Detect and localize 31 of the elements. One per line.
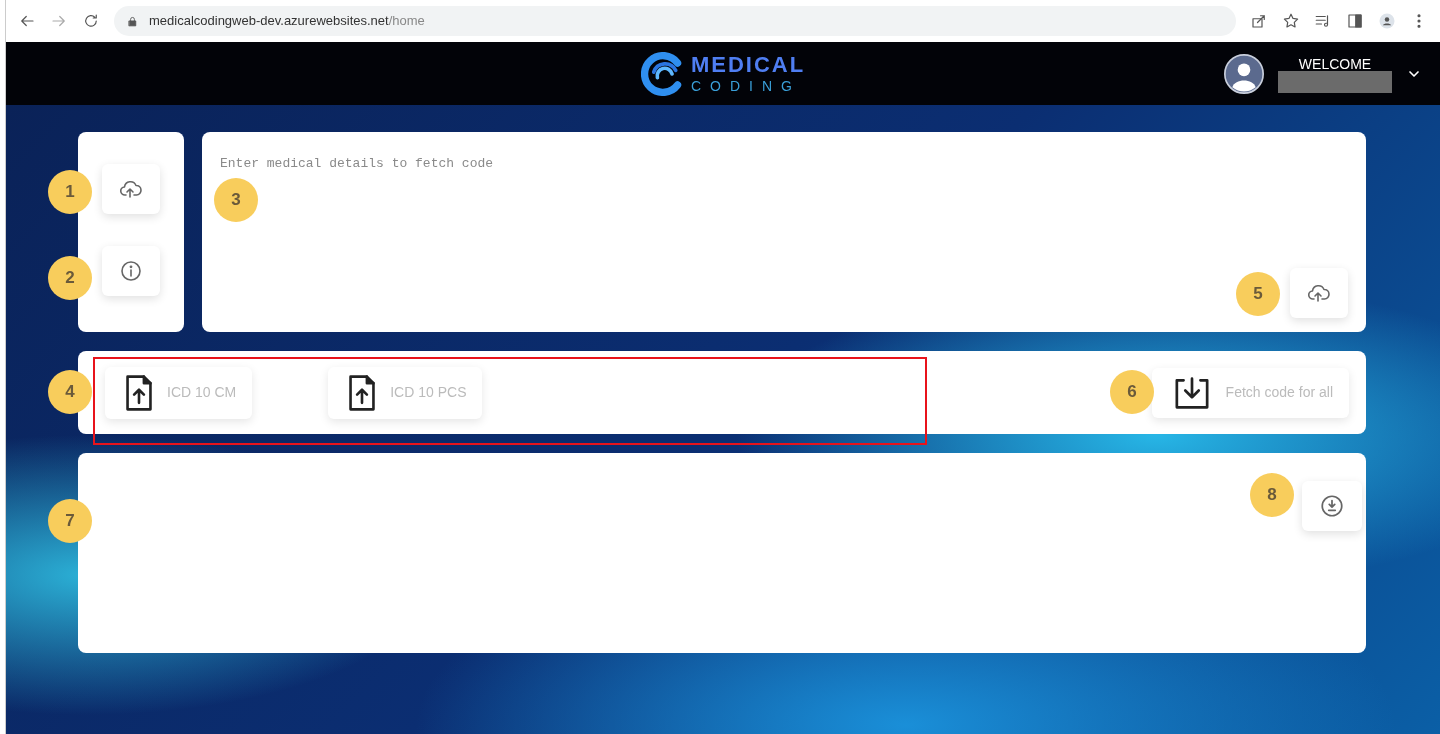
- callout-number: 5: [1236, 272, 1280, 316]
- callout-number: 6: [1110, 370, 1154, 414]
- file-upload-button[interactable]: ICD 10 PCS: [328, 366, 483, 419]
- callout-number: 4: [48, 370, 92, 414]
- share-icon[interactable]: [1250, 12, 1268, 30]
- logo-text: MEDICAL: [690, 54, 806, 76]
- user-avatar-icon[interactable]: [1224, 53, 1264, 94]
- callout-number: 8: [1250, 473, 1294, 517]
- download-button[interactable]: [1302, 481, 1362, 531]
- profile-icon[interactable]: [1378, 12, 1396, 30]
- welcome-label: WELCOME: [1298, 55, 1372, 74]
- file-upload-icon: [125, 374, 153, 411]
- download-icon: [1319, 493, 1345, 519]
- callout-number: 2: [48, 256, 92, 300]
- address-bar[interactable]: medicalcodingweb-dev.azurewebsites.net/home: [114, 6, 1236, 36]
- url-text: medicalcodingweb-dev.azurewebsites.net/home: [149, 12, 425, 31]
- callout-number: 1: [48, 170, 92, 214]
- info-button[interactable]: [102, 246, 160, 296]
- info-icon: [119, 259, 143, 283]
- callout-number: 3: [214, 178, 258, 222]
- lock-icon: [126, 14, 139, 28]
- reload-icon[interactable]: [82, 12, 100, 30]
- file-upload-icon: [348, 374, 377, 411]
- star-icon[interactable]: [1282, 12, 1300, 30]
- fetch-all-button[interactable]: Fetch code for all: [1151, 367, 1349, 418]
- logo-subtext: CODING: [690, 79, 802, 93]
- side-panel-icon[interactable]: [1346, 12, 1364, 30]
- upload-button[interactable]: [1290, 268, 1348, 318]
- upload-button[interactable]: [102, 164, 160, 214]
- file-upload-button[interactable]: ICD 10 CM: [105, 366, 253, 419]
- callout-number: 7: [48, 499, 92, 543]
